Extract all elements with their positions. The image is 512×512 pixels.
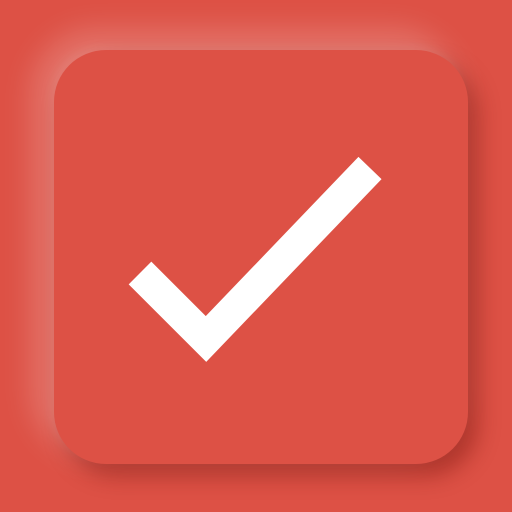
- app-icon-canvas: [0, 0, 512, 512]
- checkmark-icon: [128, 156, 382, 362]
- app-icon-tile[interactable]: [54, 50, 468, 464]
